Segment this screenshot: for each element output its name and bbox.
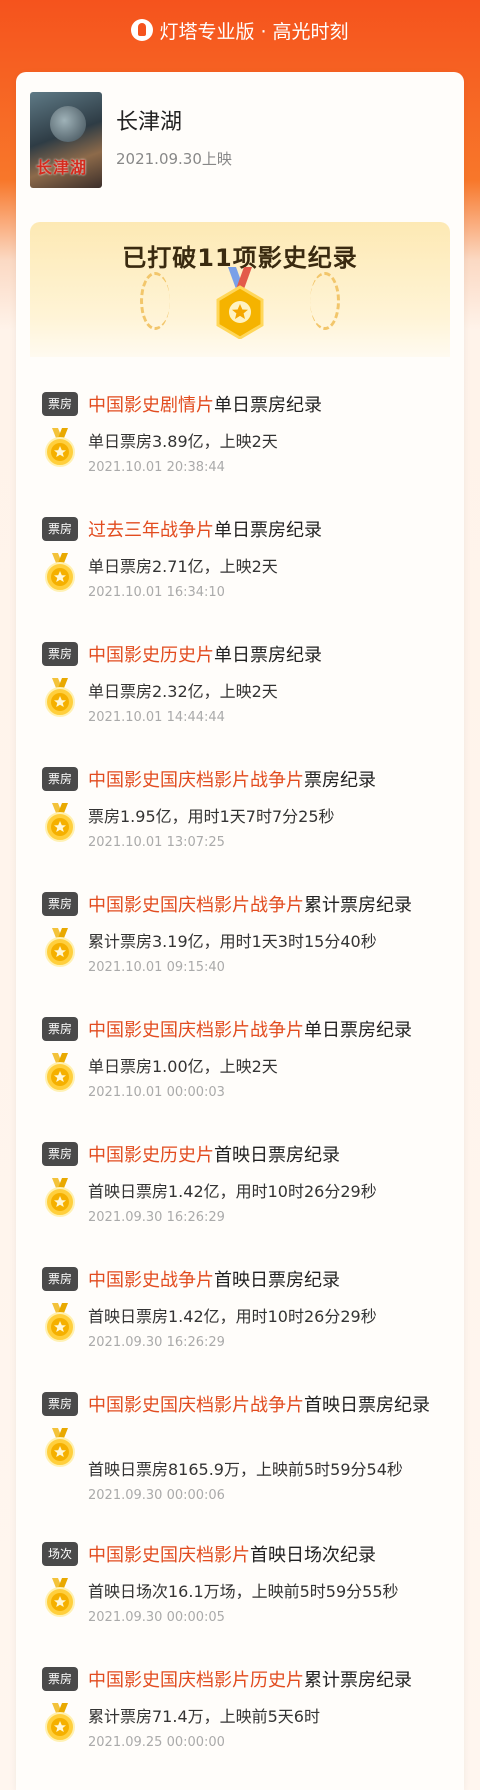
record-detail: 累计票房71.4万，上映前5天6时 (88, 1707, 320, 1726)
record-type: 首映日票房纪录 (214, 1145, 340, 1166)
record-detail: 首映日票房1.42亿，用时10时26分29秒 (88, 1182, 377, 1201)
record-timestamp: 2021.10.01 13:07:25 (88, 835, 225, 850)
poster-title: 长津湖 (36, 158, 88, 177)
dengta-logo-icon (131, 19, 154, 41)
record-title: 中国影史国庆档影片首映日场次纪录 (88, 1542, 456, 1570)
laurel-right-icon (310, 272, 340, 330)
record-tag: 票房 (42, 392, 78, 416)
record-category: 中国影史剧情片 (88, 395, 214, 416)
medal-badge-icon (216, 267, 264, 339)
record-tag: 票房 (42, 892, 78, 916)
record-tag: 票房 (42, 1667, 78, 1691)
medal-icon (45, 428, 75, 467)
movie-poster[interactable]: 长津湖 (30, 92, 102, 188)
record-tag: 票房 (42, 1392, 78, 1416)
highlight-card: 长津湖 长津湖 2021.09.30上映 已打破11项影史纪录 票房 中国影史剧情… (16, 72, 464, 1790)
record-type: 累计票房纪录 (304, 895, 412, 916)
record-type: 单日票房纪录 (214, 520, 322, 541)
record-detail: 单日票房3.89亿，上映2天 (88, 432, 278, 451)
record-category: 中国影史历史片 (88, 645, 214, 666)
record-type: 累计票房纪录 (304, 1670, 412, 1691)
record-tag: 票房 (42, 767, 78, 791)
record-timestamp: 2021.09.30 00:00:05 (88, 1610, 225, 1625)
record-category: 中国影史战争片 (88, 1270, 214, 1291)
medal-icon (45, 553, 75, 592)
record-detail: 单日票房2.71亿，上映2天 (88, 557, 278, 576)
record-category: 过去三年战争片 (88, 520, 214, 541)
medal-icon (45, 1053, 75, 1092)
record-category: 中国影史国庆档影片战争片 (88, 1395, 304, 1416)
record-detail: 单日票房2.32亿，上映2天 (88, 682, 278, 701)
record-timestamp: 2021.10.01 00:00:03 (88, 1085, 225, 1100)
records-banner-text: 已打破11项影史纪录 (122, 244, 358, 272)
record-detail: 累计票房3.19亿，用时1天3时15分40秒 (88, 932, 377, 951)
record-title: 中国影史国庆档影片历史片累计票房纪录 (88, 1667, 456, 1695)
record-title: 中国影史国庆档影片战争片首映日票房纪录 (88, 1392, 456, 1420)
record-type: 首映日票房纪录 (214, 1270, 340, 1291)
record-tag: 场次 (42, 1542, 78, 1566)
record-category: 中国影史国庆档影片战争片 (88, 1020, 304, 1041)
record-title: 中国影史历史片单日票房纪录 (88, 642, 456, 670)
medal-icon (45, 928, 75, 967)
record-title: 中国影史战争片首映日票房纪录 (88, 1267, 456, 1295)
movie-info[interactable]: 长津湖 长津湖 2021.09.30上映 (30, 92, 232, 188)
medal-icon (45, 1178, 75, 1217)
medal-icon (45, 678, 75, 717)
record-timestamp: 2021.10.01 09:15:40 (88, 960, 225, 975)
record-tag: 票房 (42, 1017, 78, 1041)
app-header: 灯塔专业版 · 高光时刻 (0, 0, 480, 60)
record-timestamp: 2021.09.30 16:26:29 (88, 1335, 225, 1350)
record-title: 中国影史国庆档影片战争片单日票房纪录 (88, 1017, 456, 1045)
record-type: 单日票房纪录 (214, 645, 322, 666)
record-tag: 票房 (42, 1142, 78, 1166)
record-type: 票房纪录 (304, 770, 376, 791)
record-timestamp: 2021.09.30 16:26:29 (88, 1210, 225, 1225)
movie-title: 长津湖 (116, 110, 183, 135)
poster-figure (50, 106, 86, 142)
record-category: 中国影史国庆档影片 (88, 1545, 250, 1566)
record-title: 中国影史剧情片单日票房纪录 (88, 392, 456, 420)
record-detail: 首映日票房1.42亿，用时10时26分29秒 (88, 1307, 377, 1326)
record-title: 过去三年战争片单日票房纪录 (88, 517, 456, 545)
record-type: 单日票房纪录 (214, 395, 322, 416)
record-category: 中国影史国庆档影片历史片 (88, 1670, 304, 1691)
record-detail: 票房1.95亿，用时1天7时7分25秒 (88, 807, 335, 826)
medal-icon (45, 1578, 75, 1617)
record-detail: 首映日场次16.1万场，上映前5时59分55秒 (88, 1582, 399, 1601)
record-timestamp: 2021.09.25 00:00:00 (88, 1735, 225, 1750)
record-type: 首映日场次纪录 (250, 1545, 376, 1566)
record-type: 首映日票房纪录 (304, 1395, 430, 1416)
record-title: 中国影史国庆档影片战争片累计票房纪录 (88, 892, 456, 920)
record-category: 中国影史历史片 (88, 1145, 214, 1166)
record-category: 中国影史国庆档影片战争片 (88, 895, 304, 916)
medal-icon (45, 1303, 75, 1342)
record-type: 单日票房纪录 (304, 1020, 412, 1041)
app-title: 灯塔专业版 · 高光时刻 (159, 20, 349, 43)
record-timestamp: 2021.10.01 16:34:10 (88, 585, 225, 600)
medal-icon (45, 1703, 75, 1742)
records-banner: 已打破11项影史纪录 (30, 222, 450, 357)
movie-release-date: 2021.09.30上映 (116, 150, 232, 168)
record-title: 中国影史历史片首映日票房纪录 (88, 1142, 456, 1170)
record-title: 中国影史国庆档影片战争片票房纪录 (88, 767, 456, 795)
record-timestamp: 2021.09.30 00:00:06 (88, 1488, 225, 1503)
laurel-left-icon (140, 272, 170, 330)
record-tag: 票房 (42, 642, 78, 666)
record-detail: 首映日票房8165.9万，上映前5时59分54秒 (88, 1460, 403, 1479)
medal-icon (45, 803, 75, 842)
record-tag: 票房 (42, 1267, 78, 1291)
medal-icon (45, 1428, 75, 1467)
record-timestamp: 2021.10.01 14:44:44 (88, 710, 225, 725)
record-detail: 单日票房1.00亿，上映2天 (88, 1057, 278, 1076)
record-timestamp: 2021.10.01 20:38:44 (88, 460, 225, 475)
record-tag: 票房 (42, 517, 78, 541)
record-category: 中国影史国庆档影片战争片 (88, 770, 304, 791)
